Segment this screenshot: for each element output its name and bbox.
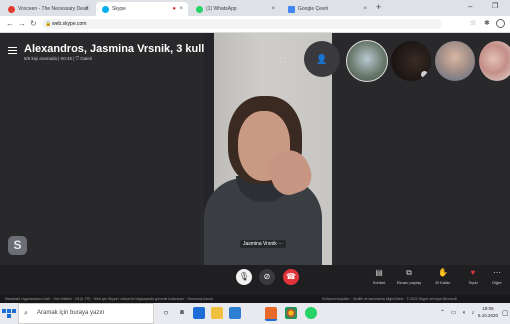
- star-icon[interactable]: ☆: [470, 19, 476, 27]
- footer-links-right[interactable]: Kullanım koşulları · Gizlilik ve tanımla…: [322, 295, 457, 303]
- chrome-icon[interactable]: [285, 307, 297, 319]
- extensions-icon[interactable]: ✱: [484, 19, 490, 27]
- store-icon[interactable]: [229, 307, 241, 319]
- search-icon: ⌕: [24, 310, 28, 317]
- more-icon: ⋯: [493, 268, 501, 277]
- minimize-window-icon[interactable]: –: [468, 2, 472, 11]
- share-screen-button[interactable]: ⧉ Ekranı paylaş: [396, 268, 422, 285]
- google-translate-icon: [288, 5, 295, 13]
- close-tab-icon[interactable]: ×: [85, 6, 89, 12]
- tab-google-translate[interactable]: Google Çeviri ×: [282, 2, 372, 16]
- add-person-icon: 👤: [316, 54, 328, 64]
- restore-window-icon[interactable]: ❐: [492, 2, 498, 10]
- camera-off-icon: ⊘: [263, 272, 271, 281]
- taskbar-clock[interactable]: 19:05 6.10.2020: [478, 305, 498, 319]
- start-button[interactable]: [0, 303, 18, 324]
- lock-icon: 🔒: [45, 21, 52, 27]
- participant-thumbnail[interactable]: [478, 40, 510, 82]
- skype-logo-icon: S: [8, 236, 27, 255]
- raise-hand-button[interactable]: ✋ El Kaldır: [430, 268, 456, 285]
- hang-up-icon: ☎: [286, 272, 296, 281]
- youtube-icon: [8, 5, 15, 13]
- recording-dot-icon: ●: [172, 6, 176, 12]
- forward-icon[interactable]: →: [18, 19, 26, 28]
- system-tray[interactable]: ⌃ ▭ ◖ ♪: [440, 309, 476, 316]
- hamburger-menu-icon[interactable]: [8, 47, 17, 54]
- close-tab-icon[interactable]: ×: [363, 6, 367, 12]
- taskbar-search-box[interactable]: ⌕ Aramak için buraya yazın: [18, 303, 154, 324]
- participant-thumbnail[interactable]: [390, 40, 432, 82]
- back-icon[interactable]: ←: [6, 19, 14, 28]
- whatsapp-icon: [196, 5, 203, 13]
- windows-taskbar: ⌕ Aramak için buraya yazın ○ ⧈ ⌃ ▭ ◖ ♪ 1…: [0, 303, 510, 324]
- edge-browser-icon[interactable]: [193, 307, 205, 319]
- participant-thumbnail[interactable]: [346, 40, 388, 82]
- footer-links-left[interactable]: Masaüstü Uygulamasını İndir · Geri bildi…: [5, 295, 213, 303]
- react-button[interactable]: ♥ Tepki: [460, 268, 486, 285]
- browser-tab-bar: Voxceen - The Necessary Death... × Skype…: [0, 0, 510, 16]
- address-bar[interactable]: 🔒 web.skype.com: [42, 19, 442, 29]
- tab-voxceen[interactable]: Voxceen - The Necessary Death... ×: [2, 2, 94, 16]
- more-options-button[interactable]: ⋯ Diğer: [484, 268, 510, 285]
- chat-icon: ▤: [375, 268, 383, 277]
- chat-button[interactable]: ▤ Sohbet: [366, 268, 392, 285]
- heart-icon: ♥: [470, 268, 476, 277]
- tab-skype[interactable]: Skype ● ×: [96, 2, 188, 16]
- fit-to-screen-icon[interactable]: ⛶: [280, 56, 286, 66]
- close-tab-icon[interactable]: ×: [179, 6, 183, 12]
- raise-hand-icon: ✋: [438, 268, 448, 277]
- reload-icon[interactable]: ↻: [30, 19, 37, 28]
- participant-name-tag: Jasmina Vrsnik ⋯: [240, 240, 287, 248]
- profile-avatar[interactable]: [496, 19, 505, 28]
- end-call-button[interactable]: ☎: [283, 269, 299, 285]
- microphone-icon: 🎙: [238, 272, 250, 281]
- browser-toolbar: ← → ↻ 🔒 web.skype.com ☆ ✱: [0, 16, 510, 33]
- task-view-icon[interactable]: ⧈: [176, 307, 188, 319]
- muted-badge-icon: [421, 71, 428, 78]
- camera-button[interactable]: ⊘: [259, 269, 275, 285]
- call-status: 5/6 kişi aramada | 00:45 | ⛉ Galeri: [24, 56, 93, 61]
- microphone-button[interactable]: 🎙: [236, 269, 252, 285]
- whatsapp-taskbar-icon[interactable]: [305, 307, 317, 319]
- skype-icon: [102, 5, 109, 13]
- skype-footer: Masaüstü Uygulamasını İndir · Geri bildi…: [0, 295, 510, 303]
- cortana-icon[interactable]: ○: [160, 307, 172, 319]
- share-screen-icon: ⧉: [406, 268, 412, 277]
- close-tab-icon[interactable]: ×: [271, 6, 275, 12]
- new-tab-button[interactable]: +: [376, 2, 381, 12]
- office-app-icon[interactable]: [265, 307, 277, 321]
- participant-thumbnail[interactable]: [434, 40, 476, 82]
- add-people-button[interactable]: 👤: [304, 41, 340, 77]
- file-explorer-icon[interactable]: [211, 307, 223, 319]
- notifications-icon[interactable]: ▢: [502, 309, 509, 317]
- tab-whatsapp[interactable]: (1) WhatsApp ×: [190, 2, 280, 16]
